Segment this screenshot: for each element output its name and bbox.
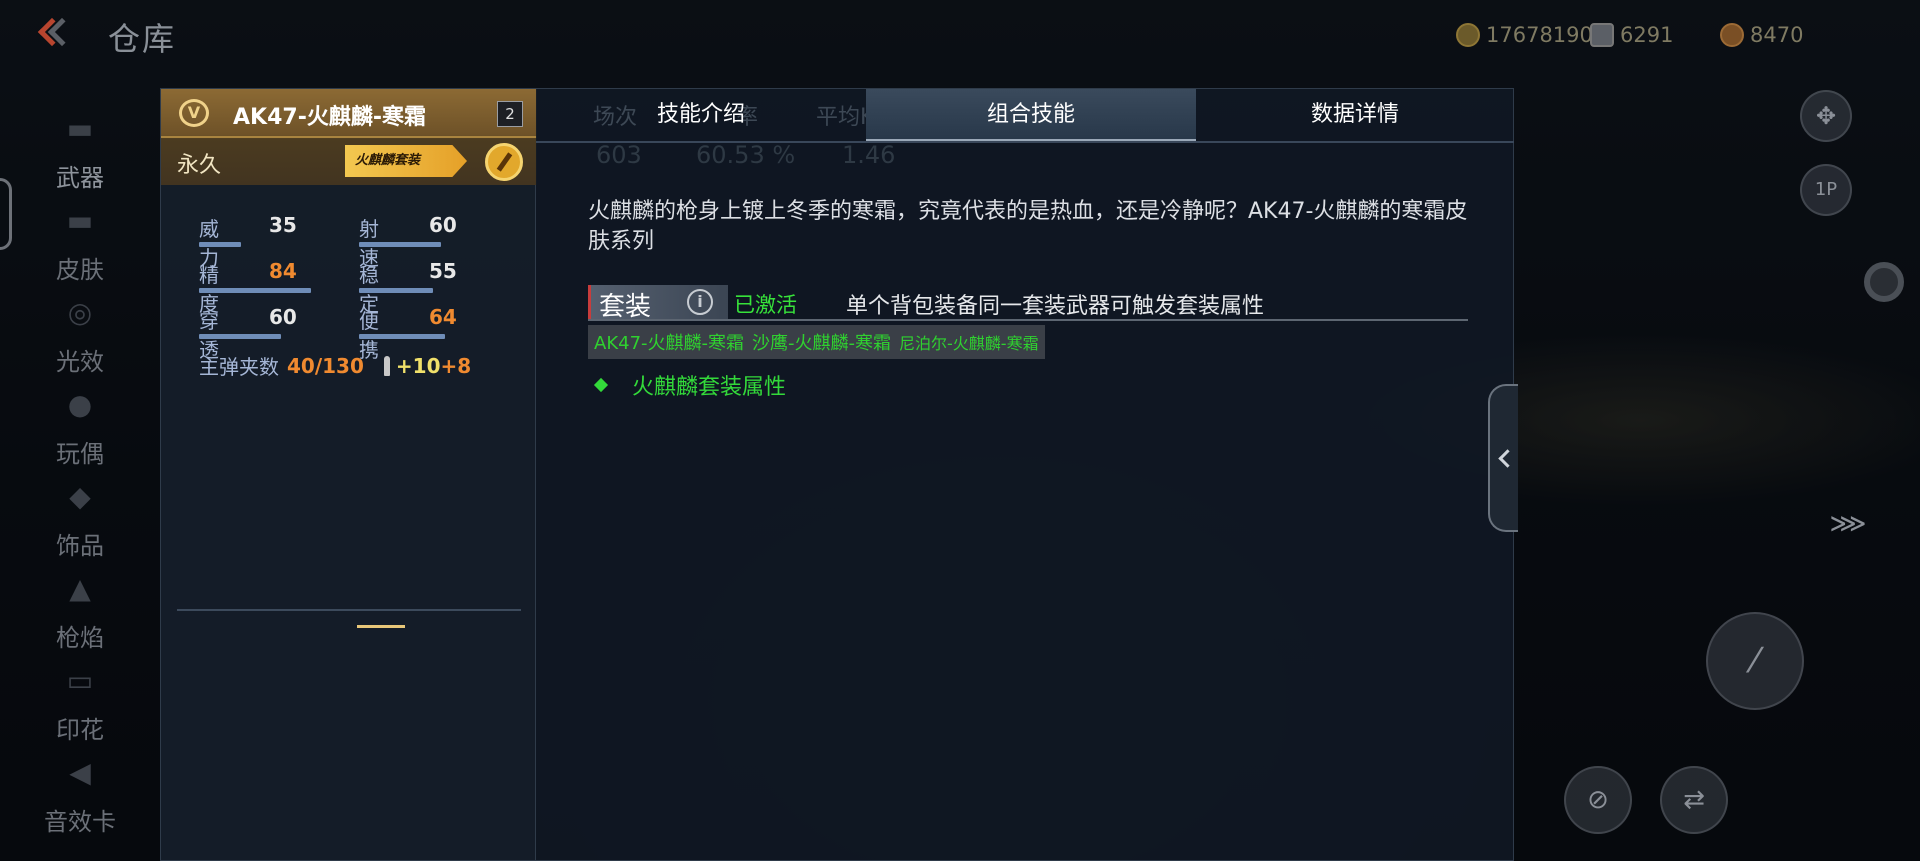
light-effect-icon: ◎ — [67, 296, 93, 329]
bullet-icon[interactable]: ⁄ — [1706, 612, 1804, 710]
collapse-panel-button[interactable] — [1488, 384, 1518, 532]
weapon-info-panel: V AK47-火麒麟-寒霜 2 永久 火麒麟套装 威力 35 射速 60 精度 … — [160, 88, 537, 861]
sidebar-item-label: 光效 — [56, 348, 104, 376]
sidebar-item-label: 印花 — [56, 716, 104, 744]
stat-value: 64 — [429, 305, 457, 329]
no-display-icon[interactable]: ⊘ — [1564, 766, 1632, 834]
suit-title: 套装 — [599, 292, 652, 322]
gold-amount: 17678190 — [1486, 23, 1593, 47]
stat-value: 35 — [269, 213, 297, 237]
suit-member: 沙鹰-火麒麟-寒霜 — [752, 333, 892, 354]
decal-icon: ▭ — [66, 664, 94, 697]
sidebar-item-label: 饰品 — [56, 532, 104, 560]
swap-icon[interactable]: ⇄ — [1660, 766, 1728, 834]
suit-member: AK47-火麒麟-寒霜 — [594, 333, 745, 354]
stat-bar — [359, 288, 433, 293]
diamond-icon — [1590, 23, 1614, 47]
top-bar: 仓库 17678190 6291 8470 — [0, 0, 1920, 72]
suit-label-box: 套装 i — [588, 285, 728, 322]
muzzle-flame-icon: ▲ — [69, 572, 91, 605]
suit-attribute-label: 火麒麟套装属性 — [632, 375, 787, 400]
skin-icon: ▬ — [66, 204, 94, 237]
detail-panel: 场次 率 平均KDA 技能介绍 组合技能 数据详情 603 60.53 % 1.… — [536, 88, 1514, 861]
rifle-icon: ▬ — [66, 112, 94, 145]
bullet-diamond-icon — [593, 377, 609, 393]
sidebar-item-label: 音效卡 — [44, 808, 116, 836]
sound-card-icon: ◀ — [69, 756, 91, 789]
duration-label: 永久 — [177, 153, 222, 178]
sidebar-item-skin[interactable]: ▬ 皮肤 — [20, 198, 140, 290]
skin-description: 火麒麟的枪身上镀上冬季的寒霜，究竟代表的是热血，还是冷静呢？AK47-火麒麟的寒… — [588, 199, 1468, 254]
doll-icon: ● — [67, 388, 93, 421]
sidebar-item-decal[interactable]: ▭ 印花 — [20, 658, 140, 750]
sidebar-item-weapon[interactable]: ▬ 武器 — [20, 106, 140, 198]
stat-bar — [359, 242, 441, 247]
toggle-knob[interactable] — [1864, 262, 1904, 302]
rank-badge-icon: V — [179, 99, 209, 127]
stat-bar — [199, 288, 311, 293]
ghost-value: 60.53 % — [696, 141, 796, 169]
rename-icon[interactable] — [485, 143, 523, 181]
stat-bar — [199, 334, 281, 339]
medal-currency: 8470 — [1720, 20, 1803, 50]
panel-divider — [177, 609, 521, 611]
suit-description: 单个背包装备同一套装武器可触发套装属性 — [846, 294, 1265, 319]
ammo-bonus: +10 — [395, 353, 441, 378]
sidebar-item-muzzle-flame[interactable]: ▲ 枪焰 — [20, 566, 140, 658]
rotate-view-icon[interactable]: ✥ — [1800, 90, 1852, 142]
ammo-row: 主弹夹数 40/130 +10 +8 — [199, 351, 471, 380]
tab-bar: 场次 率 平均KDA 技能介绍 组合技能 数据详情 — [536, 89, 1514, 143]
stat-bar — [199, 242, 241, 247]
sidebar-item-label: 皮肤 — [56, 256, 104, 284]
first-person-view-button[interactable]: 1P — [1800, 164, 1852, 216]
sidebar-item-ornament[interactable]: ◆ 饰品 — [20, 474, 140, 566]
header-divider — [161, 136, 537, 138]
medal-icon — [1720, 23, 1744, 47]
tab-data-details[interactable]: 数据详情 — [1196, 89, 1514, 141]
suit-row: 套装 i 已激活 单个背包装备同一套装武器可触发套装属性 — [588, 285, 1468, 322]
stat-value: 84 — [269, 259, 297, 283]
suit-member: 尼泊尔-火麒麟-寒霜 — [899, 334, 1039, 353]
sidebar-item-doll[interactable]: ● 玩偶 — [20, 382, 140, 474]
info-icon[interactable]: i — [687, 289, 713, 315]
tab-skill-intro[interactable]: 技能介绍 — [536, 89, 866, 141]
panel-drag-handle[interactable] — [357, 625, 405, 628]
ghost-value: 1.46 — [842, 141, 896, 169]
diamond-amount: 6291 — [1620, 23, 1674, 47]
medal-amount: 8470 — [1750, 23, 1804, 47]
tab-combo-skill[interactable]: 组合技能 — [866, 89, 1196, 141]
ghost-value: 603 — [596, 141, 642, 169]
weapon-name: AK47-火麒麟-寒霜 — [233, 105, 426, 130]
ammo-label: 主弹夹数 — [199, 355, 279, 379]
ammo-bonus: +8 — [440, 353, 472, 378]
suit-members: AK47-火麒麟-寒霜 沙鹰-火麒麟-寒霜 尼泊尔-火麒麟-寒霜 — [588, 325, 1045, 359]
stat-value: 60 — [269, 305, 297, 329]
sidebar-item-label: 武器 — [56, 164, 104, 192]
stat-value: 55 — [429, 259, 457, 283]
bullet-icon — [383, 355, 390, 376]
gold-currency: 17678190 — [1456, 20, 1593, 50]
sidebar-item-label: 枪焰 — [56, 624, 104, 652]
ammo-value: 40/130 — [287, 353, 364, 378]
sidebar-item-sound-card[interactable]: ◀ 音效卡 — [20, 750, 140, 842]
page-title: 仓库 — [108, 20, 177, 58]
suit-tag: 火麒麟套装 — [345, 145, 467, 177]
ornament-icon: ◆ — [69, 480, 91, 513]
level-badge: 2 — [497, 101, 523, 127]
sidebar-item-light-effect[interactable]: ◎ 光效 — [20, 290, 140, 382]
suit-status: 已激活 — [734, 293, 797, 317]
sidebar-item-label: 玩偶 — [56, 440, 104, 468]
suit-attribute-row[interactable]: 火麒麟套装属性 — [593, 369, 787, 401]
weapon-header: V AK47-火麒麟-寒霜 2 永久 火麒麟套装 — [161, 89, 537, 185]
back-button[interactable] — [37, 17, 84, 54]
gold-coin-icon — [1456, 23, 1480, 47]
diamond-currency: 6291 — [1590, 20, 1673, 50]
sidebar-edge-handle[interactable] — [0, 178, 12, 250]
wings-icon[interactable]: ⋙ — [1820, 498, 1876, 554]
stat-value: 60 — [429, 213, 457, 237]
stat-bar — [359, 334, 445, 339]
